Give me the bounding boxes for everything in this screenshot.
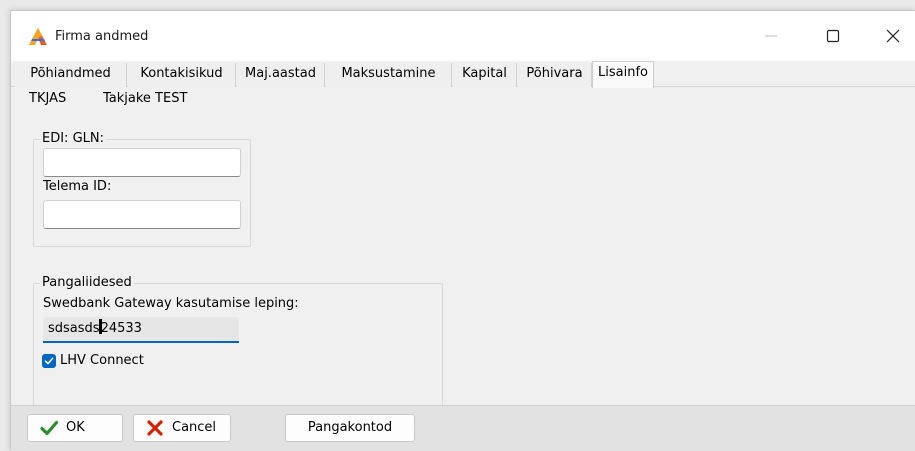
tab-bar: Põhiandmed Kontakisikud Maj.aastad Maksu… [11, 61, 915, 88]
maximize-icon[interactable] [823, 26, 843, 46]
lhv-connect-checkbox[interactable] [42, 354, 56, 368]
cancel-x-icon [147, 420, 163, 436]
ok-button[interactable]: OK [27, 414, 123, 442]
close-icon[interactable] [883, 26, 903, 46]
title-bar[interactable]: Firma andmed [11, 11, 915, 61]
cancel-button-label: Cancel [172, 420, 217, 435]
app-logo-icon [29, 28, 47, 45]
ok-button-label: OK [66, 420, 85, 435]
bank-group-legend: Pangaliidesed [40, 275, 134, 290]
tab-kapital[interactable]: Kapital [453, 63, 517, 87]
company-code: TKJAS [29, 91, 67, 106]
checkmark-icon [44, 357, 54, 365]
tab-lisainfo[interactable]: Lisainfo [592, 61, 654, 88]
company-data-window: Firma andmed Põhiandmed Kontakisikud Maj… [10, 10, 915, 451]
window-title: Firma andmed [55, 29, 149, 44]
swedbank-contract-input[interactable]: sdsasds24533 [43, 317, 239, 343]
edi-group-legend: EDI: GLN: [40, 131, 106, 146]
cancel-button[interactable]: Cancel [133, 414, 231, 442]
checkmark-icon [40, 420, 58, 436]
swedbank-value-after: 24533 [100, 321, 142, 336]
swedbank-label: Swedbank Gateway kasutamise leping: [43, 296, 299, 311]
tab-kontakisikud[interactable]: Kontakisikud [128, 63, 236, 87]
edi-gln-input[interactable] [43, 148, 241, 177]
tab-maksustamine[interactable]: Maksustamine [326, 63, 452, 87]
lhv-connect-label[interactable]: LHV Connect [60, 353, 144, 368]
bank-accounts-button[interactable]: Pangakontod [285, 414, 415, 442]
tab-pohiandmed[interactable]: Põhiandmed [15, 63, 127, 87]
company-name: Takjake TEST [103, 91, 188, 106]
telema-id-input[interactable] [43, 200, 241, 229]
minimize-icon[interactable] [761, 26, 781, 46]
tab-maj-aastad[interactable]: Maj.aastad [237, 63, 325, 87]
telema-id-label: Telema ID: [43, 179, 112, 194]
tab-pohivara[interactable]: Põhivara [518, 63, 592, 87]
swedbank-value-before: sdsasds [48, 321, 100, 336]
